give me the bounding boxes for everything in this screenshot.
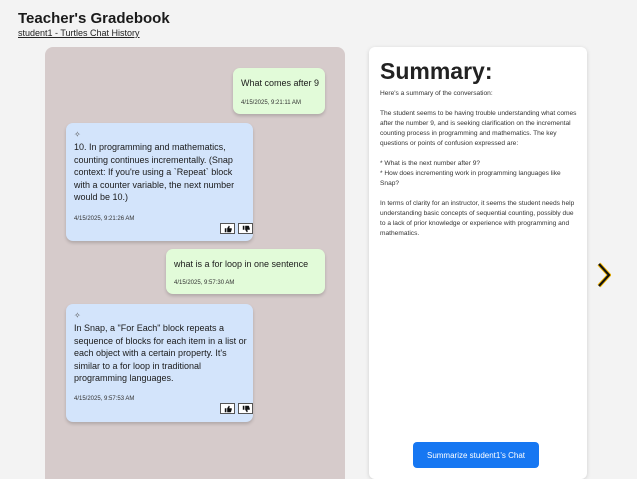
summary-body: Here's a summary of the conversation: Th… xyxy=(380,89,580,249)
summarize-chat-button[interactable]: Summarize student1's Chat xyxy=(413,442,539,468)
message-text: what is a for loop in one sentence xyxy=(174,259,309,269)
next-arrow-icon[interactable] xyxy=(597,262,611,288)
summary-paragraph: The student seems to be having trouble u… xyxy=(380,110,577,147)
message-text: In Snap, a "For Each" block repeats a se… xyxy=(74,323,247,383)
summary-title: Summary: xyxy=(380,58,493,84)
feedback-buttons xyxy=(220,223,253,234)
bot-message: ✧ In Snap, a "For Each" block repeats a … xyxy=(66,304,253,422)
header: Teacher's Gradebook student1 - Turtles C… xyxy=(18,10,170,39)
bot-message: ✧ 10. In programming and mathematics, co… xyxy=(66,123,253,241)
thumbs-up-icon xyxy=(224,225,232,232)
thumbs-up-button[interactable] xyxy=(220,403,235,414)
summary-paragraph: In terms of clarity for an instructor, i… xyxy=(380,200,575,237)
message-timestamp: 4/15/2025, 9:57:30 AM xyxy=(174,280,235,286)
thumbs-up-icon xyxy=(224,405,232,412)
sparkle-icon: ✧ xyxy=(74,130,81,139)
summary-panel: Summary: Here's a summary of the convers… xyxy=(369,47,587,479)
summary-paragraph: * What is the next number after 9? * How… xyxy=(380,160,561,187)
message-text: 10. In programming and mathematics, coun… xyxy=(74,142,235,202)
thumbs-down-icon xyxy=(242,405,250,412)
thumbs-down-button[interactable] xyxy=(238,403,253,414)
summary-paragraph: Here's a summary of the conversation: xyxy=(380,90,493,97)
chat-history-panel[interactable]: What comes after 9 4/15/2025, 9:21:11 AM… xyxy=(45,47,345,479)
message-text: What comes after 9 xyxy=(241,78,320,88)
sparkle-icon: ✧ xyxy=(74,311,81,320)
page-title: Teacher's Gradebook xyxy=(18,10,170,27)
message-timestamp: 4/15/2025, 9:21:11 AM xyxy=(241,100,301,106)
feedback-buttons xyxy=(220,403,253,414)
user-message: what is a for loop in one sentence 4/15/… xyxy=(166,249,325,294)
thumbs-down-icon xyxy=(242,225,250,232)
thumbs-down-button[interactable] xyxy=(238,223,253,234)
user-message: What comes after 9 4/15/2025, 9:21:11 AM xyxy=(233,68,325,114)
message-timestamp: 4/15/2025, 9:21:26 AM xyxy=(74,216,135,222)
page-subtitle[interactable]: student1 - Turtles Chat History xyxy=(18,27,170,39)
thumbs-up-button[interactable] xyxy=(220,223,235,234)
message-timestamp: 4/15/2025, 9:57:53 AM xyxy=(74,396,135,402)
